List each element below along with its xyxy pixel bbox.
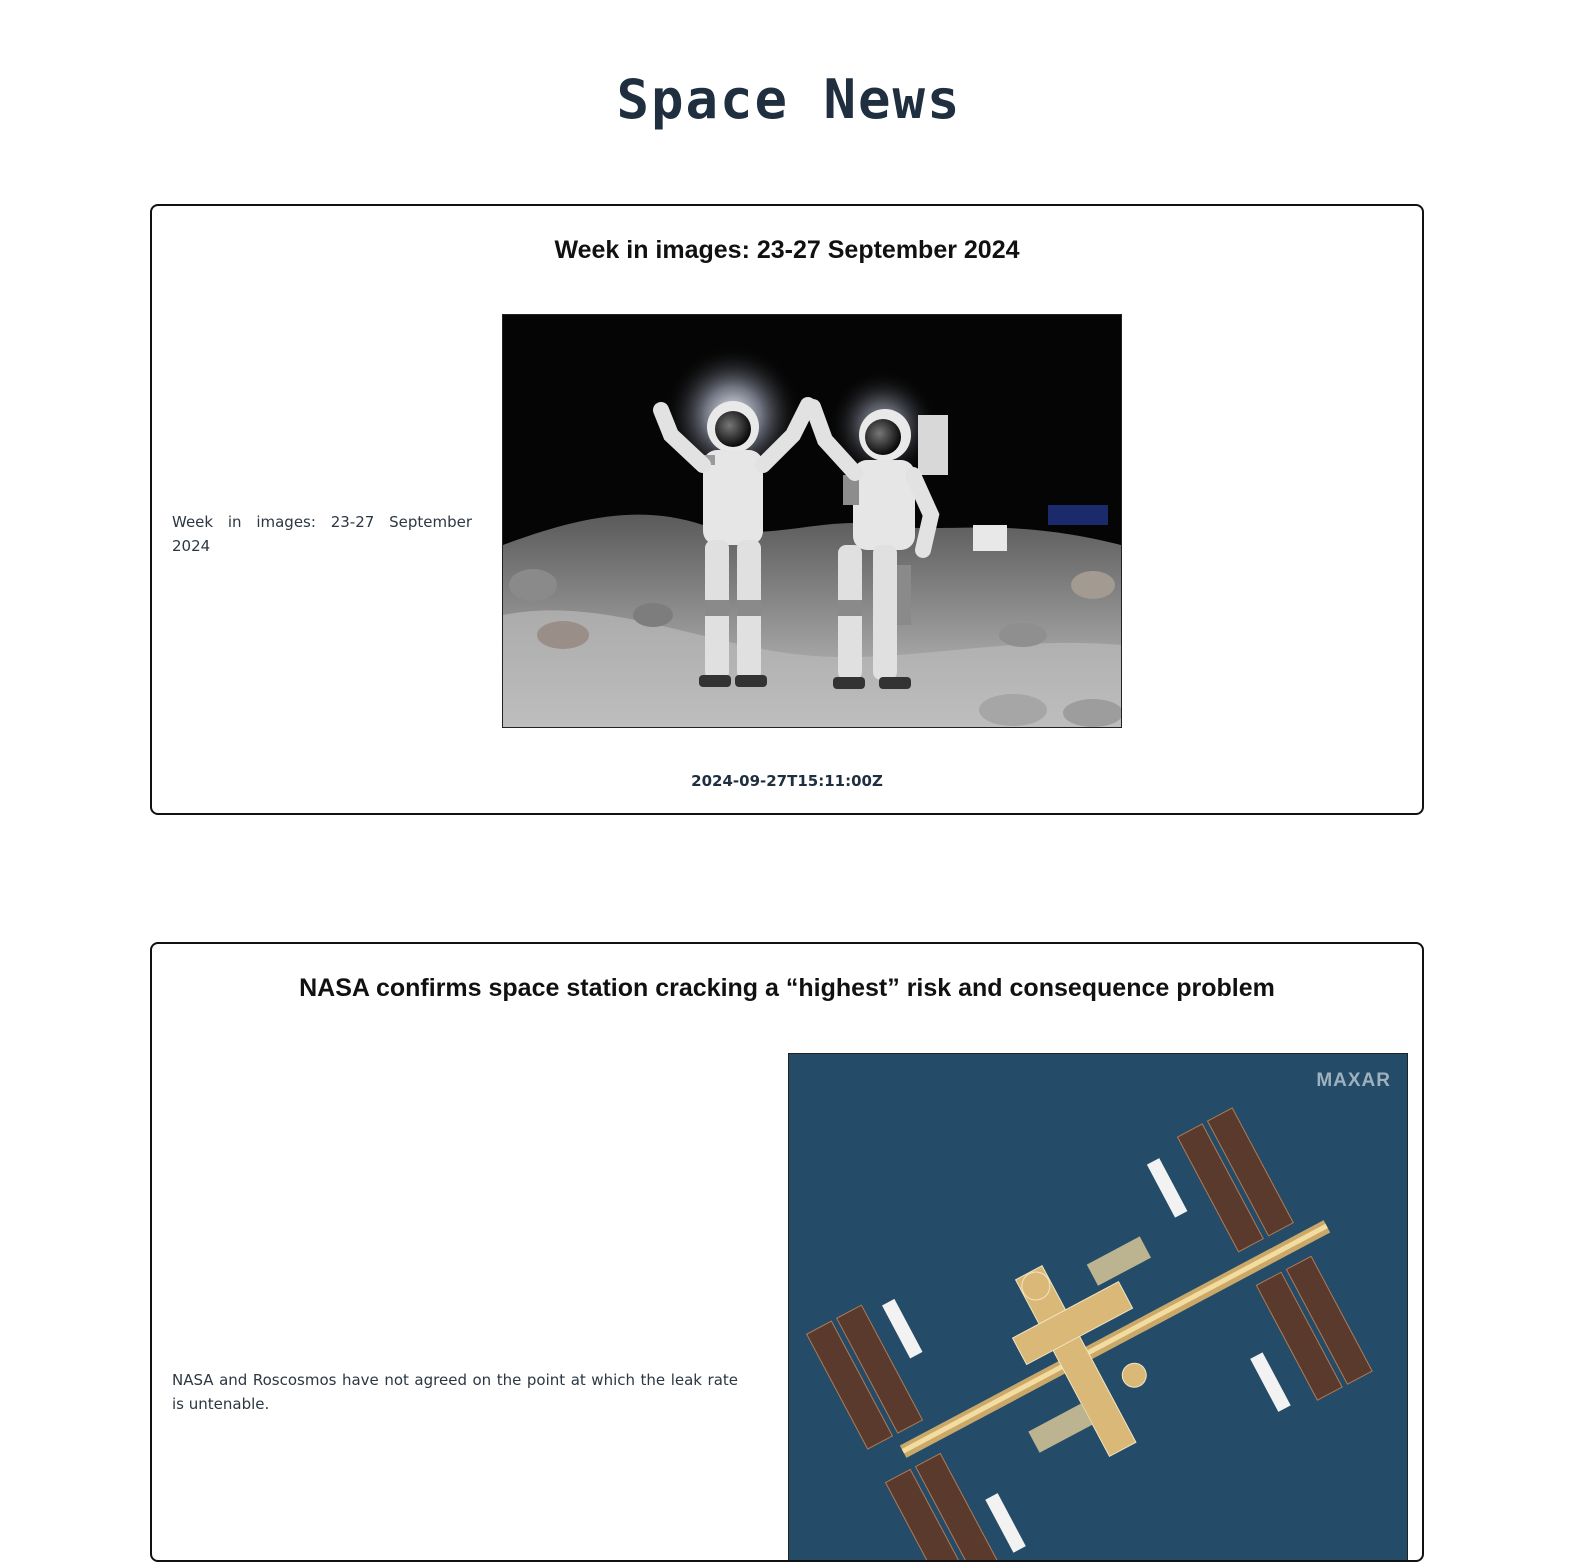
article-image[interactable] (502, 314, 1122, 728)
article-date: 2024-09-27T15:11:00Z (691, 772, 883, 790)
article-card[interactable]: Week in images: 23-27 September 2024 Wee… (150, 204, 1424, 815)
article-image[interactable]: MAXAR (788, 1053, 1408, 1560)
page-title: Space News (616, 68, 962, 131)
article-title[interactable]: NASA confirms space station cracking a “… (152, 974, 1422, 1003)
astronauts-photo (503, 315, 1121, 727)
article-title[interactable]: Week in images: 23-27 September 2024 (152, 236, 1422, 265)
article-description: NASA and Roscosmos have not agreed on th… (172, 1371, 738, 1413)
maxar-watermark: MAXAR (1316, 1070, 1391, 1091)
article-card[interactable]: NASA confirms space station cracking a “… (150, 942, 1424, 1562)
article-description: Week in images: 23-27 September 2024 (172, 513, 472, 555)
space-station-photo: MAXAR (789, 1054, 1407, 1560)
